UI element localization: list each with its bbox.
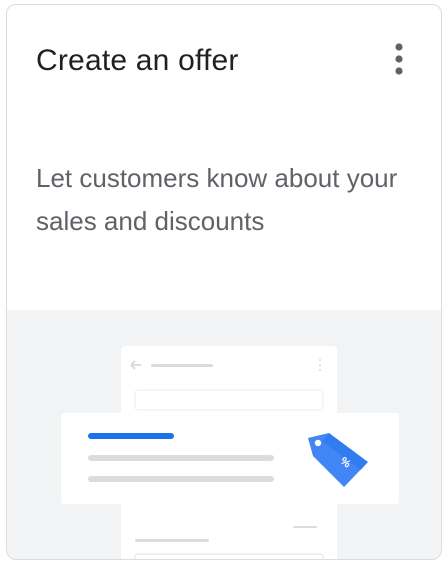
phone-content-line [135,539,209,542]
offer-card[interactable]: Create an offer Let customers know about… [6,4,442,560]
offer-illustration: % [7,310,441,559]
offer-text-line [88,455,274,461]
offer-title-line [88,433,174,439]
more-vert-icon [395,43,403,75]
phone-content-line [293,526,317,528]
card-title: Create an offer [36,44,239,77]
phone-header-line [151,364,213,367]
offer-preview-graphic: % [61,346,399,559]
offer-text-line [88,476,274,482]
more-options-button[interactable] [379,37,419,85]
card-description: Let customers know about your sales and … [36,163,398,236]
